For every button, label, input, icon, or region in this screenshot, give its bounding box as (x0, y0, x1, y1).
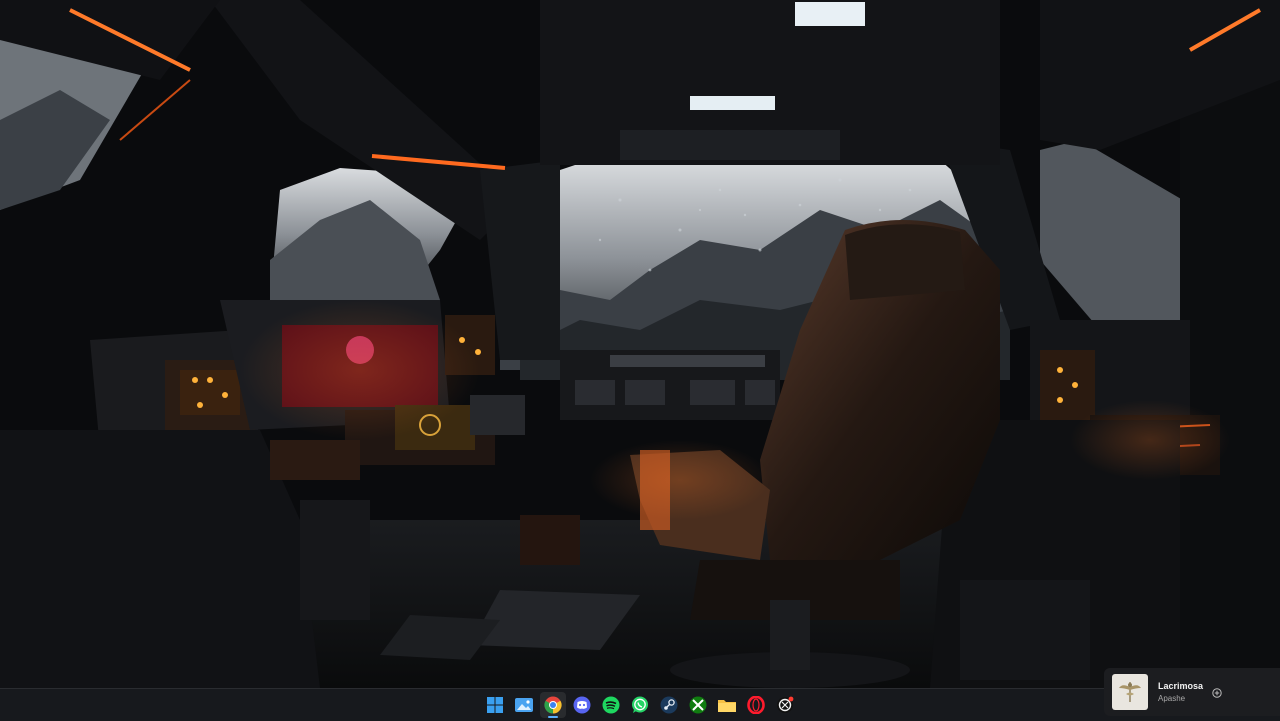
cockpit-wallpaper-art (0, 0, 1280, 688)
taskbar-whatsapp[interactable] (627, 692, 653, 718)
taskbar-spotify[interactable] (598, 692, 624, 718)
steam-icon (660, 696, 677, 714)
track-artist: Apashe (1158, 694, 1186, 703)
media-more-button[interactable] (1212, 685, 1222, 698)
opera-icon (746, 696, 765, 714)
start-button[interactable] (482, 692, 508, 718)
windows-logo-icon (486, 697, 503, 713)
now-playing-widget[interactable]: Lacrimosa Apashe (1104, 668, 1280, 716)
album-art (1112, 674, 1148, 710)
album-art-icon (1119, 682, 1141, 702)
taskbar-chatgpt[interactable] (772, 692, 798, 718)
taskbar-file-explorer[interactable] (714, 692, 740, 718)
spotify-icon (602, 696, 619, 714)
discord-icon (573, 696, 590, 714)
chrome-icon (543, 696, 562, 714)
taskbar-pinned-apps (480, 689, 799, 721)
taskbar-chrome[interactable] (539, 692, 566, 718)
desktop-wallpaper (0, 0, 1280, 688)
taskbar-opera[interactable] (743, 692, 769, 718)
whatsapp-icon (631, 696, 648, 713)
taskbar-xbox[interactable] (685, 692, 711, 718)
photos-icon (514, 698, 533, 712)
openai-icon (776, 696, 793, 713)
taskbar-photos[interactable] (511, 692, 537, 718)
taskbar (0, 688, 1280, 721)
active-app-indicator (547, 716, 558, 718)
track-title: Lacrimosa (1158, 681, 1204, 691)
more-options-icon (1212, 688, 1222, 698)
xbox-icon (689, 696, 706, 714)
folder-icon (717, 700, 736, 712)
taskbar-discord[interactable] (569, 692, 595, 718)
taskbar-steam[interactable] (656, 692, 682, 718)
